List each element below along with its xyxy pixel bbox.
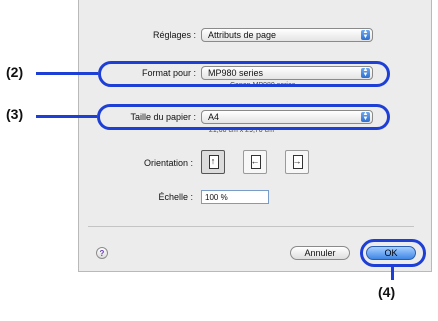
settings-popup-value: Attributs de page <box>208 30 277 40</box>
callout-ring-format <box>98 61 390 87</box>
scale-input[interactable]: 100 % <box>201 190 269 204</box>
orientation-landscape-right-button[interactable]: → <box>285 150 309 174</box>
callout-leader-2 <box>36 72 98 75</box>
help-icon[interactable]: ? <box>96 247 108 259</box>
callout-2: (2) <box>6 64 24 80</box>
updown-chevron-icon: ▲ ▼ <box>361 29 370 40</box>
orientation-landscape-left-button[interactable]: ← <box>243 150 267 174</box>
callout-3: (3) <box>6 106 24 122</box>
callout-4: (4) <box>378 284 396 300</box>
orientation-label: Orientation : <box>143 158 193 168</box>
cancel-button[interactable]: Annuler <box>290 246 350 260</box>
separator <box>88 226 414 227</box>
settings-popup[interactable]: Attributs de page ▲ ▼ <box>201 28 373 42</box>
callout-leader-3 <box>36 115 97 118</box>
callout-ring-ok <box>360 239 426 267</box>
scale-label: Échelle : <box>158 192 193 202</box>
callout-ring-paper-size <box>97 104 390 130</box>
settings-label: Réglages : <box>152 30 196 40</box>
callout-leader-4 <box>391 267 394 280</box>
orientation-portrait-button[interactable]: ↑ <box>201 150 225 174</box>
